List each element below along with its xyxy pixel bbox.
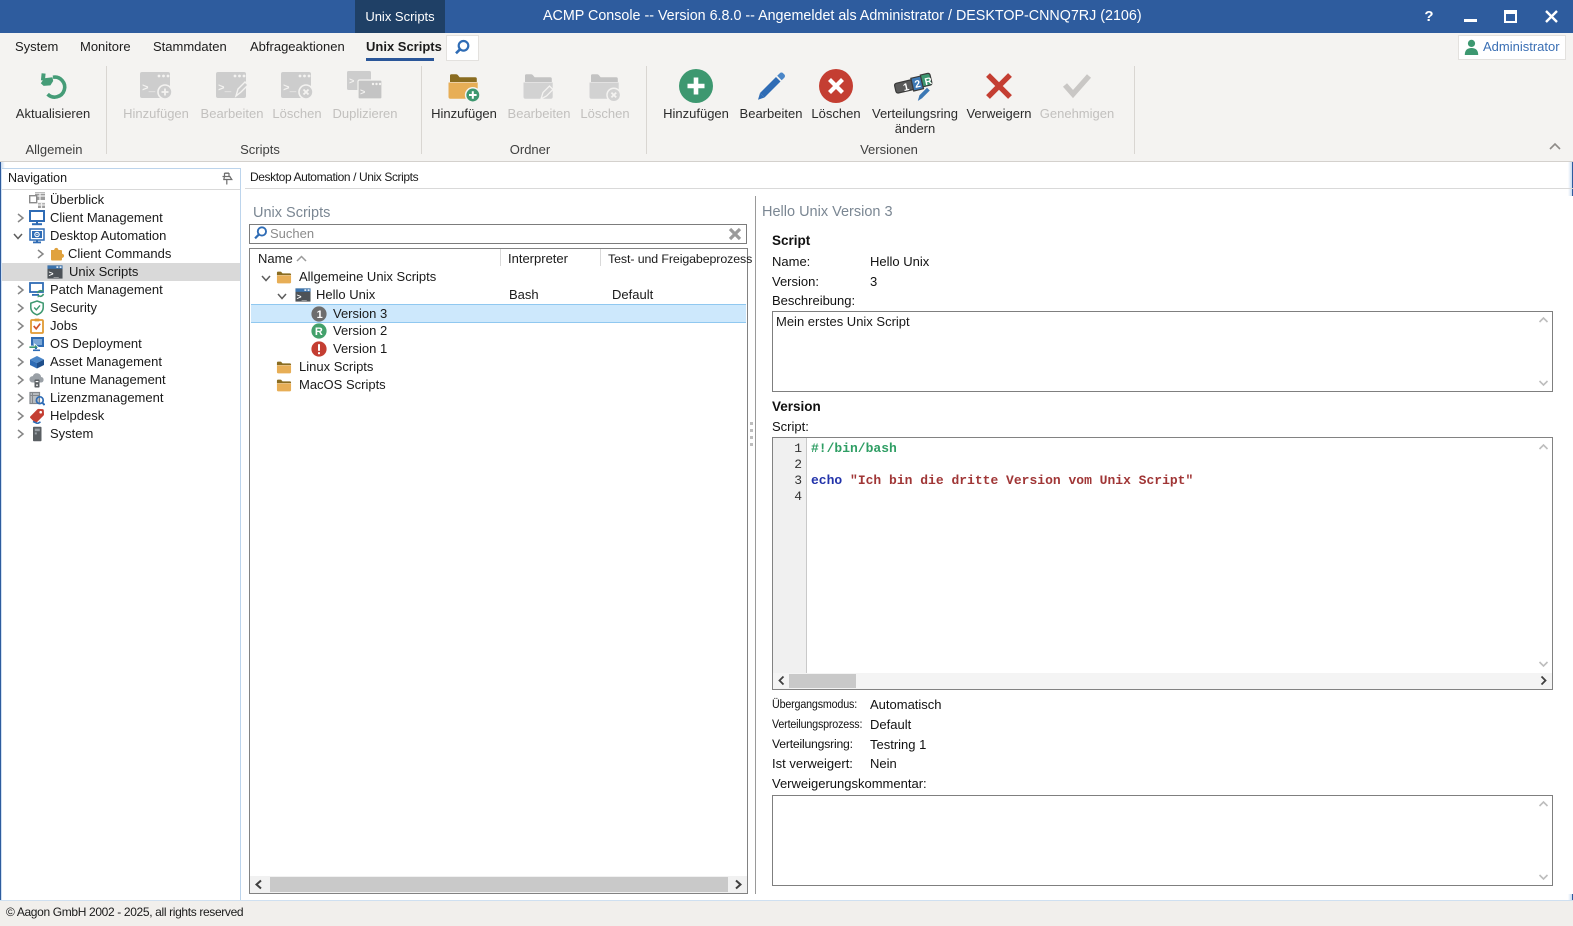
svg-text:>_: >_ — [218, 83, 232, 95]
svg-text:>_: >_ — [283, 83, 297, 95]
svg-text:>: > — [349, 77, 354, 87]
svg-text:R: R — [924, 76, 934, 89]
svg-text:>_: >_ — [49, 269, 60, 279]
svg-text:>_: >_ — [297, 292, 308, 302]
svg-text:>_: >_ — [142, 83, 156, 95]
svg-text:1: 1 — [317, 309, 323, 321]
svg-text:R: R — [315, 326, 323, 338]
svg-text:>: > — [360, 88, 365, 98]
